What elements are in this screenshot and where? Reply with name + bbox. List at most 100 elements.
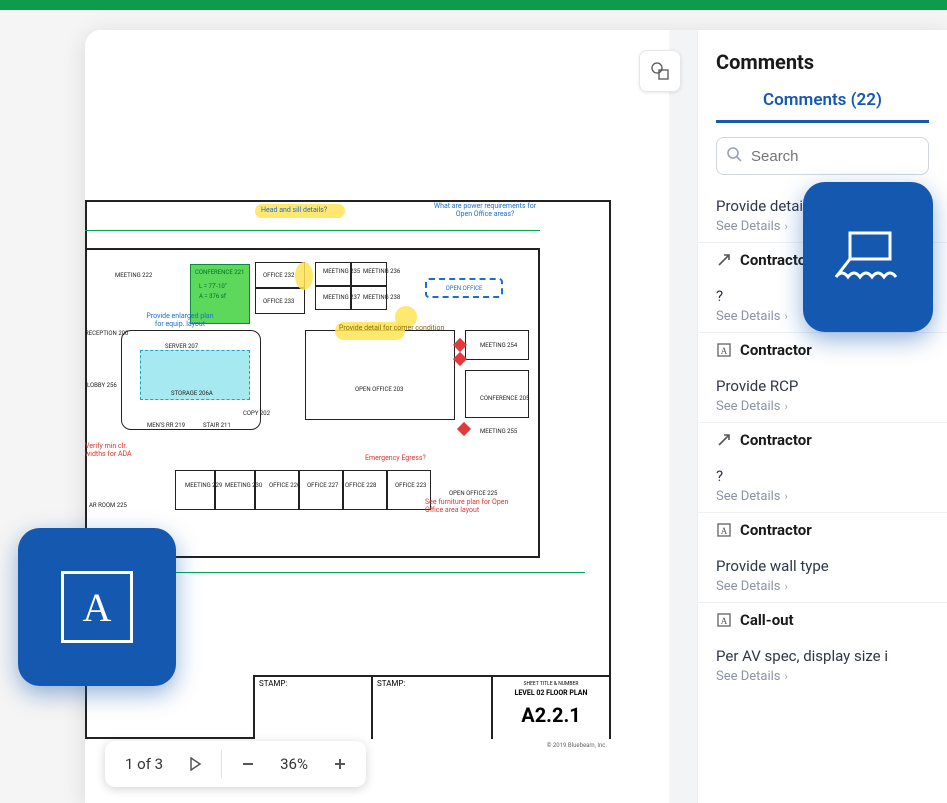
annotation-text[interactable]: Provide enlarged plan for equip. layout bbox=[145, 312, 215, 328]
room-box bbox=[305, 330, 455, 420]
see-details-link[interactable]: See Details › bbox=[716, 489, 929, 504]
copyright-text: © 2019 Bluebeam, Inc. bbox=[547, 742, 607, 749]
titleblock-title: LEVEL 02 FLOOR PLAN bbox=[493, 689, 609, 697]
comment-text: Per AV spec, display size i bbox=[716, 647, 929, 665]
play-icon bbox=[188, 757, 202, 771]
tile-letter: A bbox=[83, 584, 112, 631]
room-box bbox=[255, 470, 299, 510]
titleblock-header: SHEET TITLE & NUMBER bbox=[493, 681, 609, 687]
search-icon bbox=[726, 146, 742, 166]
annotation-text[interactable]: Provide detail for corner condition bbox=[339, 324, 444, 332]
text-box-tool-tile[interactable]: A bbox=[18, 528, 176, 686]
annotation-text[interactable]: Emergency Egress? bbox=[365, 454, 426, 462]
room-label: OPEN OFFICE 225 bbox=[449, 490, 497, 497]
room-box bbox=[315, 262, 351, 286]
arrow-icon bbox=[716, 252, 732, 268]
stamp-icon bbox=[828, 217, 908, 297]
chevron-right-icon: › bbox=[785, 670, 788, 683]
comment-text: ? bbox=[716, 467, 929, 485]
room-box bbox=[121, 330, 261, 430]
chevron-right-icon: › bbox=[785, 400, 788, 413]
room-label: MEETING 255 bbox=[480, 428, 517, 435]
comment-author: Contractor bbox=[740, 251, 812, 269]
see-details-label: See Details bbox=[716, 579, 781, 594]
comment-item[interactable]: Provide RCP See Details › bbox=[698, 367, 947, 422]
comment-author: Contractor bbox=[740, 341, 812, 359]
stamp-label: STAMP: bbox=[259, 679, 287, 688]
room-label: AR ROOM 225 bbox=[89, 502, 127, 509]
room-dim-l: L = 77'-10" bbox=[199, 283, 227, 290]
room-box bbox=[465, 370, 529, 418]
comment-author: Contractor bbox=[740, 431, 812, 449]
chevron-right-icon: › bbox=[785, 310, 788, 323]
see-details-label: See Details bbox=[716, 309, 781, 324]
room-label: OPEN OFFICE bbox=[446, 285, 483, 292]
tab-comments[interactable]: Comments (22) bbox=[716, 84, 929, 123]
panel-gutter bbox=[669, 30, 697, 803]
room-box bbox=[215, 470, 255, 510]
annotation-text[interactable]: See furniture plan for Open Office area … bbox=[425, 498, 515, 514]
titleblock: SHEET TITLE & NUMBER LEVEL 02 FLOOR PLAN… bbox=[491, 675, 611, 739]
annotation-text[interactable]: What are power requirements for Open Off… bbox=[425, 202, 545, 218]
svg-text:A: A bbox=[721, 346, 728, 356]
zoom-out-button[interactable] bbox=[232, 748, 264, 780]
comment-text: Provide wall type bbox=[716, 557, 929, 575]
see-details-label: See Details bbox=[716, 669, 781, 684]
minus-icon bbox=[241, 757, 255, 771]
room-label: CONFERENCE 221 bbox=[195, 269, 244, 276]
annotation-text[interactable]: Head and sill details? bbox=[261, 206, 327, 214]
plus-icon bbox=[333, 757, 347, 771]
arrow-icon bbox=[716, 432, 732, 448]
room-box bbox=[255, 288, 305, 314]
drawing-canvas[interactable]: CONFERENCE 221 L = 77'-10" A = 376 sf ST… bbox=[85, 30, 669, 803]
search-input[interactable] bbox=[716, 137, 929, 175]
annotation-text[interactable]: Verify min clr. widths for ADA bbox=[85, 442, 145, 458]
see-details-label: See Details bbox=[716, 219, 781, 234]
room-label: MEETING 222 bbox=[115, 272, 152, 279]
dimension-line bbox=[85, 230, 540, 231]
stamp-box: STAMP: bbox=[253, 675, 371, 739]
open-office-cloud: OPEN OFFICE bbox=[425, 278, 503, 298]
zoom-in-button[interactable] bbox=[324, 748, 356, 780]
letter-a-icon: A bbox=[716, 342, 732, 358]
room-box bbox=[351, 286, 387, 310]
room-box bbox=[465, 330, 529, 360]
app-window: CONFERENCE 221 L = 77'-10" A = 376 sf ST… bbox=[85, 30, 947, 803]
comment-author-row[interactable]: A Contractor bbox=[698, 512, 947, 547]
comment-author-row[interactable]: Contractor bbox=[698, 422, 947, 457]
zoom-level: 36% bbox=[270, 755, 318, 773]
comment-author: Call-out bbox=[740, 611, 794, 629]
room-box bbox=[315, 286, 351, 310]
comment-item[interactable]: ? See Details › bbox=[698, 457, 947, 512]
room-box bbox=[343, 470, 387, 510]
chevron-right-icon: › bbox=[785, 220, 788, 233]
panel-title: Comments bbox=[698, 30, 947, 84]
comment-item[interactable]: Provide wall type See Details › bbox=[698, 547, 947, 602]
room-label: LOBBY 256 bbox=[87, 382, 117, 389]
comment-author-row[interactable]: A Call-out bbox=[698, 602, 947, 637]
markup-highlight[interactable] bbox=[295, 262, 313, 290]
stamp-label: STAMP: bbox=[377, 679, 405, 688]
room-box bbox=[299, 470, 343, 510]
shapes-icon bbox=[649, 60, 671, 82]
chevron-right-icon: › bbox=[785, 580, 788, 593]
viewer-toolbar: 1 of 3 36% bbox=[105, 741, 366, 787]
letter-a-icon: A bbox=[61, 571, 133, 643]
comments-panel: Comments Comments (22) Provide details S… bbox=[697, 30, 947, 803]
see-details-label: See Details bbox=[716, 399, 781, 414]
see-details-link[interactable]: See Details › bbox=[716, 579, 929, 594]
drawing-viewer: CONFERENCE 221 L = 77'-10" A = 376 sf ST… bbox=[85, 30, 669, 803]
separator bbox=[221, 750, 222, 778]
stamp-tool-tile[interactable] bbox=[803, 182, 933, 332]
see-details-link[interactable]: See Details › bbox=[716, 399, 929, 414]
sheet-number: A2.2.1 bbox=[493, 703, 609, 727]
svg-text:A: A bbox=[721, 616, 728, 626]
letter-a-icon: A bbox=[716, 522, 732, 538]
comment-item[interactable]: Per AV spec, display size i See Details … bbox=[698, 637, 947, 692]
comment-author-row[interactable]: A Contractor bbox=[698, 332, 947, 367]
page-indicator: 1 of 3 bbox=[115, 755, 173, 773]
see-details-link[interactable]: See Details › bbox=[716, 669, 929, 684]
room-box bbox=[351, 262, 387, 286]
next-page-button[interactable] bbox=[179, 748, 211, 780]
shapes-tool-button[interactable] bbox=[639, 50, 681, 92]
